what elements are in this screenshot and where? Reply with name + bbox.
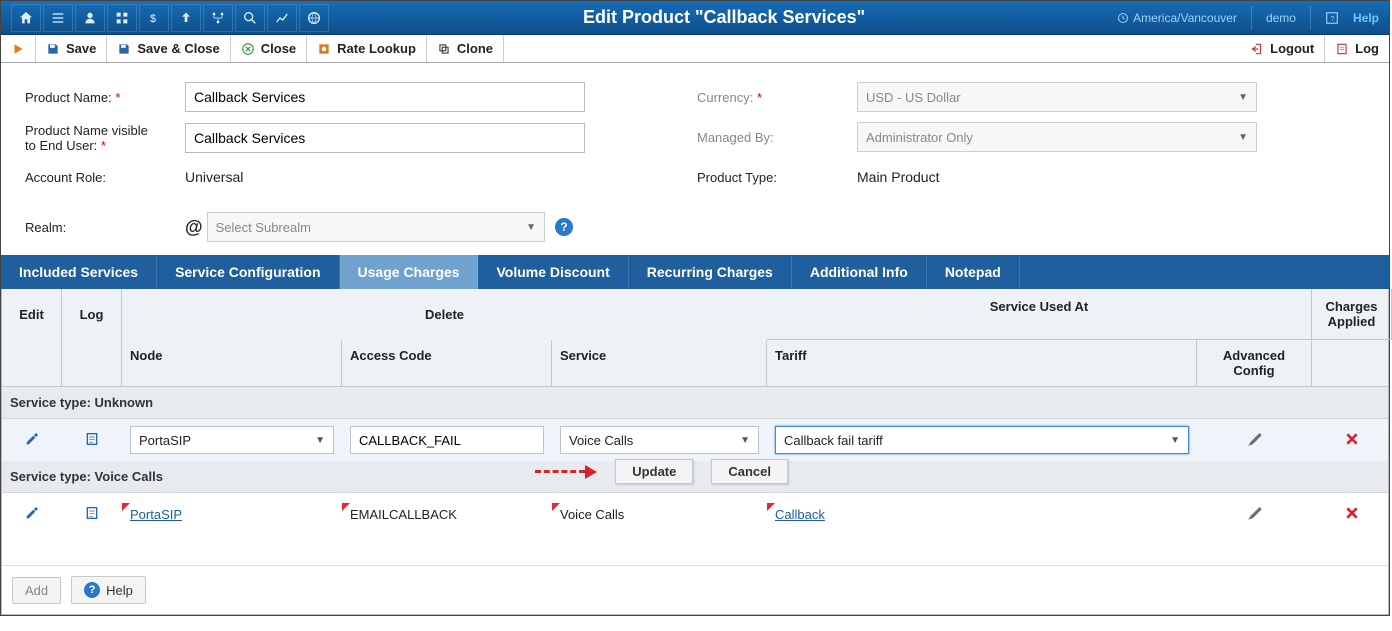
tabs: Included Services Service Configuration … [1,255,1389,289]
delete-icon[interactable] [1344,431,1360,450]
col-access-code: Access Code [342,340,552,386]
realm-select[interactable]: Select Subrealm▼ [207,212,545,242]
table-row: PortaSIP EMAILCALLBACK Voice Calls Callb… [2,493,1388,535]
log-button[interactable]: Log [1325,35,1389,62]
managed-by-label: Managed By: [697,130,857,145]
home-icon[interactable] [11,4,41,32]
edit-icon[interactable] [24,505,40,524]
logout-button[interactable]: Logout [1240,35,1325,62]
footer-bar: Add ?Help [2,565,1388,614]
top-bar: $ Edit Product "Callback Services" Ameri… [1,1,1389,35]
tariff-link[interactable]: Callback [775,507,825,522]
arrow-up-icon[interactable] [171,4,201,32]
col-node: Node [122,340,342,386]
flow-icon[interactable] [203,4,233,32]
globe-icon[interactable] [299,4,329,32]
person-icon[interactable] [75,4,105,32]
arrow-head-icon [585,465,597,479]
col-delete: Delete [122,289,767,340]
add-button[interactable]: Add [12,577,61,604]
rate-lookup-button[interactable]: Rate Lookup [307,35,427,62]
col-tariff: Tariff [767,340,1197,386]
form-area: Product Name: * Product Name visibleto E… [1,63,1389,255]
tab-additional-info[interactable]: Additional Info [792,255,927,289]
section-voice: Service type: Voice Calls Update Cancel [2,461,1388,493]
product-name-input[interactable] [185,82,585,112]
tab-included-services[interactable]: Included Services [1,255,157,289]
access-code-input[interactable] [350,426,544,454]
section-unknown: Service type: Unknown [2,387,1388,419]
tariff-select[interactable]: Callback fail tariff▼ [775,426,1189,454]
play-button[interactable] [1,35,36,62]
col-log: Log [62,289,122,340]
cancel-button[interactable]: Cancel [711,459,788,484]
product-type-label: Product Type: [697,170,857,185]
col-edit: Edit [2,289,62,340]
tab-service-config[interactable]: Service Configuration [157,255,339,289]
action-toolbar: Save Save & Close Close Rate Lookup Clon… [1,35,1389,63]
product-name-visible-label: Product Name visibleto End User: * [25,123,185,153]
arrow-decoration [535,470,585,473]
close-button[interactable]: Close [231,35,307,62]
col-service-used: Service Used At [767,289,1312,340]
advanced-config-icon[interactable] [1246,504,1264,525]
update-button[interactable]: Update [615,459,693,484]
svg-text:?: ? [1330,13,1334,22]
timezone-link[interactable]: America/Vancouver [1117,11,1237,25]
tab-volume-discount[interactable]: Volume Discount [478,255,628,289]
advanced-config-icon[interactable] [1246,430,1264,451]
chart-icon[interactable] [267,4,297,32]
search-icon[interactable] [235,4,265,32]
node-select[interactable]: PortaSIP▼ [130,426,334,454]
product-name-visible-input[interactable] [185,123,585,153]
log-icon[interactable] [84,431,100,450]
tab-recurring-charges[interactable]: Recurring Charges [629,255,792,289]
managed-by-select[interactable]: Administrator Only▼ [857,122,1257,152]
currency-label: Currency: * [697,90,857,105]
product-name-label: Product Name: * [25,90,185,105]
access-code-value: EMAILCALLBACK [350,507,457,522]
save-close-button[interactable]: Save & Close [107,35,230,62]
help-icon-top[interactable]: ? [1325,11,1339,25]
usage-grid: Edit Log Service Used At Charges Applied… [1,289,1389,615]
tab-notepad[interactable]: Notepad [927,255,1020,289]
col-service: Service [552,340,767,386]
account-role-label: Account Role: [25,170,185,185]
user-link[interactable]: demo [1266,11,1296,25]
footer-help-button[interactable]: ?Help [71,576,146,604]
service-value: Voice Calls [560,507,624,522]
product-type-value: Main Product [857,169,939,185]
col-adv-config: Advanced Config [1197,340,1312,386]
at-symbol: @ [185,217,203,238]
col-charges-applied: Charges Applied [1312,289,1392,340]
log-icon[interactable] [84,505,100,524]
page-title: Edit Product "Callback Services" [331,7,1117,28]
currency-select[interactable]: USD - US Dollar▼ [857,82,1257,112]
dollar-icon[interactable]: $ [139,4,169,32]
service-select[interactable]: Voice Calls▼ [560,426,759,454]
node-link[interactable]: PortaSIP [130,507,182,522]
realm-label: Realm: [25,220,185,235]
clone-button[interactable]: Clone [427,35,504,62]
svg-text:$: $ [150,13,156,25]
edit-icon[interactable] [24,431,40,450]
save-button[interactable]: Save [36,35,107,62]
table-row: PortaSIP▼ Voice Calls▼ Callback fail tar… [2,419,1388,461]
delete-icon[interactable] [1344,505,1360,524]
account-role-value: Universal [185,169,243,185]
apps-icon[interactable] [107,4,137,32]
help-link[interactable]: Help [1353,11,1379,25]
list-icon[interactable] [43,4,73,32]
tab-usage-charges[interactable]: Usage Charges [340,255,479,289]
realm-help-icon[interactable]: ? [555,218,573,236]
